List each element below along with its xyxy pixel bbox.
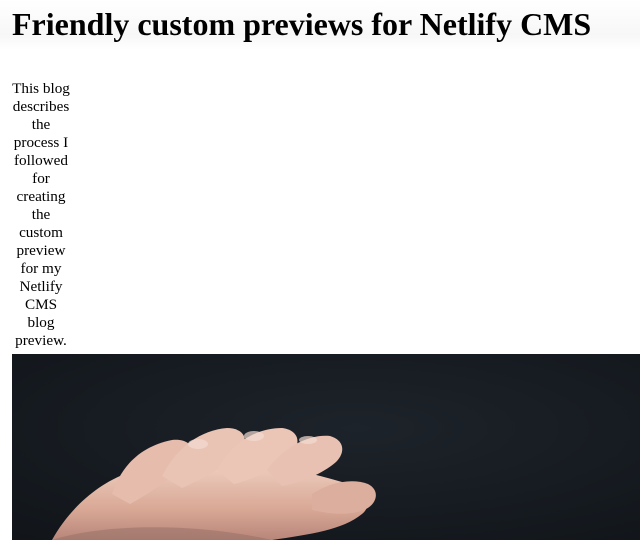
hand-illustration (12, 354, 640, 540)
page-title: Friendly custom previews for Netlify CMS (12, 6, 592, 42)
blog-post-page: Friendly custom previews for Netlify CMS… (0, 0, 640, 540)
post-header: Friendly custom previews for Netlify CMS (0, 0, 640, 50)
hero-image (12, 354, 640, 540)
post-description: This blog describes the process I follow… (12, 80, 70, 350)
